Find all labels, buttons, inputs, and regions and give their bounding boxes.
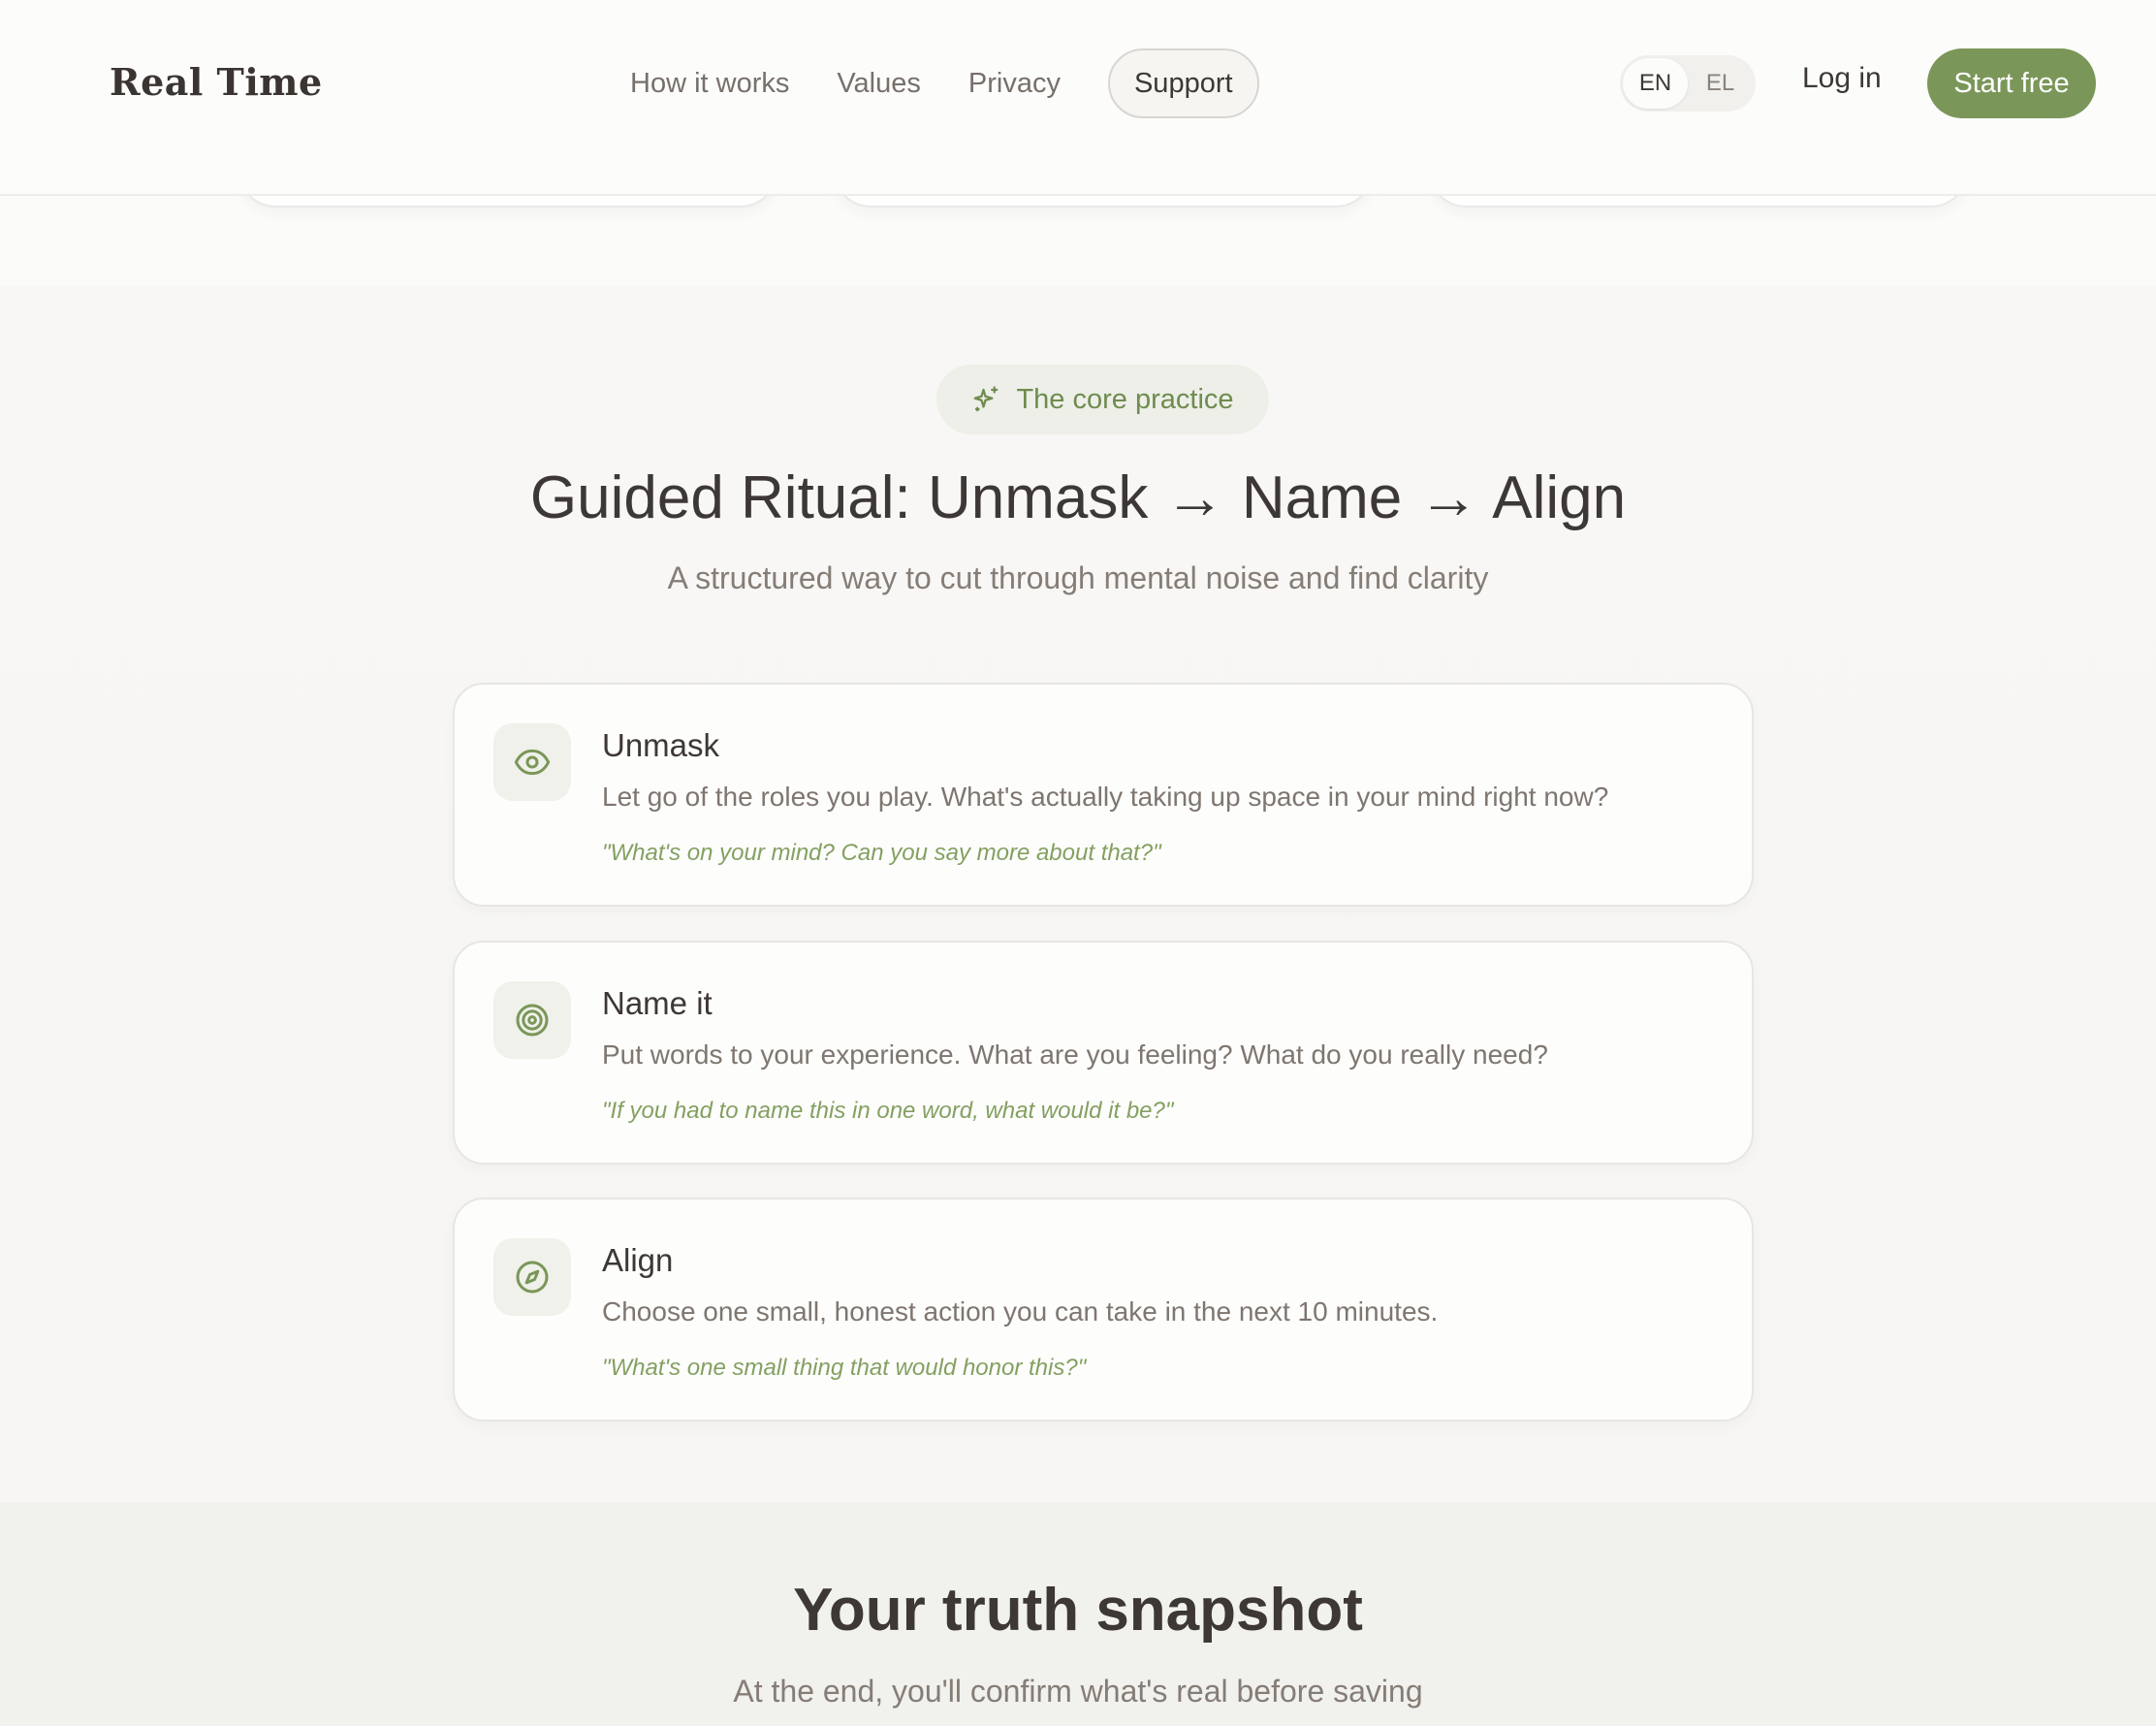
step-prompt: "What's one small thing that would honor… xyxy=(602,1355,1087,1381)
eye-icon xyxy=(514,749,551,776)
sparkle-icon xyxy=(974,386,999,412)
language-switcher: EN EL xyxy=(1620,55,1756,112)
lang-el-button[interactable]: EL xyxy=(1688,58,1753,109)
step-prompt: "If you had to name this in one word, wh… xyxy=(602,1098,1174,1124)
login-link[interactable]: Log in xyxy=(1802,62,1882,95)
nav-how-it-works[interactable]: How it works xyxy=(630,68,789,100)
lang-en-button[interactable]: EN xyxy=(1623,58,1688,109)
step-icon-box xyxy=(493,1238,571,1316)
core-practice-badge: The core practice xyxy=(936,365,1269,434)
step-card-unmask: Unmask Let go of the roles you play. Wha… xyxy=(453,683,1754,907)
step-title: Unmask xyxy=(602,727,720,763)
step-title: Name it xyxy=(602,985,713,1021)
main-nav: How it works Values Privacy Support xyxy=(630,48,1259,118)
brand-logo[interactable]: Real Time xyxy=(110,60,323,104)
nav-support-button[interactable]: Support xyxy=(1107,48,1259,118)
nav-values[interactable]: Values xyxy=(837,68,921,100)
target-icon xyxy=(516,1004,549,1037)
section-title: Guided Ritual: Unmask → Name → Align xyxy=(529,464,1627,531)
step-prompt: "What's on your mind? Can you say more a… xyxy=(602,840,1161,866)
step-description: Choose one small, honest action you can … xyxy=(602,1296,1439,1326)
compass-icon xyxy=(516,1261,549,1294)
step-card-align: Align Choose one small, honest action yo… xyxy=(453,1198,1754,1422)
step-description: Put words to your experience. What are y… xyxy=(602,1039,1548,1070)
snapshot-title: Your truth snapshot xyxy=(793,1577,1363,1644)
section-subtitle: A structured way to cut through mental n… xyxy=(667,560,1489,595)
step-description: Let go of the roles you play. What's act… xyxy=(602,782,1609,812)
nav-privacy[interactable]: Privacy xyxy=(968,68,1061,100)
step-icon-box xyxy=(493,981,571,1059)
site-header: Real Time How it works Values Privacy Su… xyxy=(0,0,2156,196)
snapshot-subtitle: At the end, you'll confirm what's real b… xyxy=(733,1674,1423,1709)
step-icon-box xyxy=(493,723,571,801)
step-title: Align xyxy=(602,1242,674,1278)
step-card-name-it: Name it Put words to your experience. Wh… xyxy=(453,941,1754,1165)
badge-label: The core practice xyxy=(1016,383,1234,415)
start-free-button[interactable]: Start free xyxy=(1927,48,2096,118)
